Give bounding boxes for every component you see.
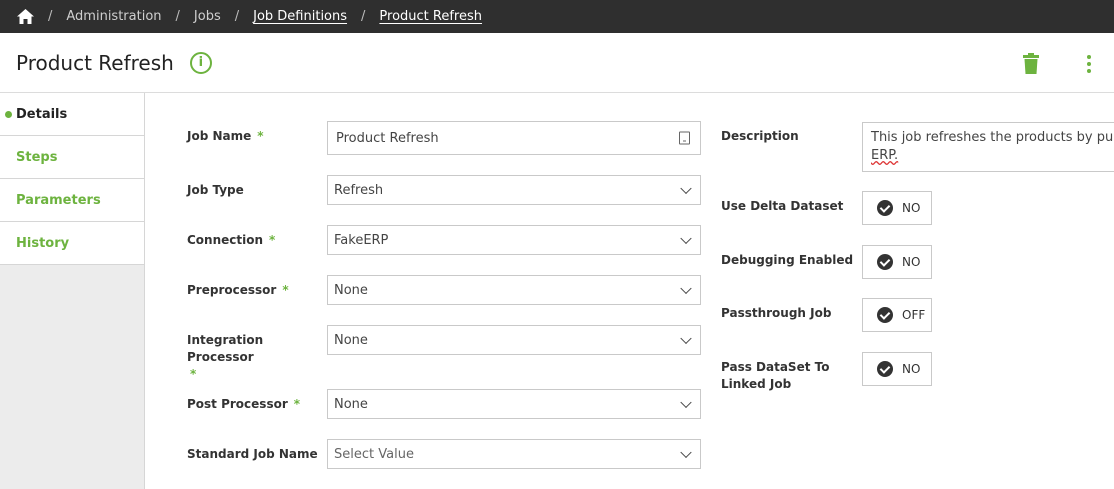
page-title: Product Refresh (16, 50, 174, 75)
description-label: Description (721, 129, 799, 143)
check-circle-icon (877, 361, 893, 377)
job-type-label: Job Type (187, 183, 244, 197)
sidebar-item-label: Steps (16, 149, 58, 165)
breadcrumb-job-definitions[interactable]: Job Definitions (253, 9, 347, 24)
passthrough-job-toggle[interactable]: OFF (862, 298, 932, 332)
preprocessor-select[interactable]: None (327, 275, 701, 305)
use-delta-dataset-toggle[interactable]: NO (862, 191, 932, 225)
breadcrumb-separator: / (48, 9, 53, 24)
connection-label: Connection * (187, 232, 275, 249)
pass-dataset-label-line2: Linked Job (721, 377, 792, 391)
breadcrumb-separator: / (234, 9, 240, 24)
check-circle-icon (877, 254, 893, 270)
standard-job-name-placeholder: Select Value (334, 446, 414, 462)
breadcrumb-product-refresh[interactable]: Product Refresh (379, 9, 482, 24)
description-line2: ERP. (871, 148, 899, 163)
description-line1: This job refreshes the products by pulli… (871, 130, 1114, 145)
post-processor-select[interactable]: None (327, 389, 701, 419)
sidebar-item-details[interactable]: Details (0, 93, 144, 136)
use-delta-dataset-label: Use Delta Dataset (721, 199, 844, 213)
standard-job-name-select[interactable]: Select Value (327, 439, 701, 469)
breadcrumb-administration[interactable]: Administration (66, 9, 161, 24)
check-circle-icon (877, 307, 893, 323)
debugging-enabled-toggle[interactable]: NO (862, 245, 932, 279)
description-textarea[interactable]: This job refreshes the products by pulli… (862, 122, 1114, 172)
job-name-label: Job Name * (187, 128, 264, 145)
post-processor-label: Post Processor * (187, 396, 300, 413)
integration-processor-value: None (334, 332, 368, 348)
sidebar-item-label: Parameters (16, 192, 101, 208)
required-mark: * (190, 367, 197, 381)
job-name-field[interactable]: Product Refresh (327, 121, 701, 155)
chevron-down-icon (680, 396, 692, 409)
trash-icon[interactable] (1021, 53, 1041, 75)
active-indicator-icon (5, 111, 12, 118)
toggle-value: NO (902, 201, 921, 215)
connection-value: FakeERP (334, 232, 389, 248)
chevron-down-icon (680, 332, 692, 345)
integration-processor-label-text: Integration Processor (187, 333, 264, 364)
more-vertical-icon[interactable] (1080, 53, 1098, 75)
breadcrumb-separator: / (361, 9, 366, 24)
breadcrumb-separator: / (175, 9, 180, 24)
chevron-down-icon (680, 446, 692, 459)
job-name-label-text: Job Name (187, 129, 252, 143)
preprocessor-label-text: Preprocessor (187, 283, 277, 297)
check-circle-icon (877, 200, 893, 216)
breadcrumb-jobs[interactable]: Jobs (194, 9, 221, 24)
debugging-enabled-label: Debugging Enabled (721, 253, 854, 267)
pass-dataset-label: Pass DataSet To Linked Job (721, 359, 829, 393)
toggle-value: NO (902, 255, 921, 269)
connection-select[interactable]: FakeERP (327, 225, 701, 255)
page-header: Product Refresh i (0, 33, 1114, 93)
toggle-value: NO (902, 362, 921, 376)
pass-dataset-label-line1: Pass DataSet To (721, 360, 830, 374)
toggle-value: OFF (902, 308, 926, 322)
preprocessor-value: None (334, 282, 368, 298)
connection-label-text: Connection (187, 233, 264, 247)
required-mark: * (293, 397, 301, 411)
job-name-value: Product Refresh (336, 130, 439, 146)
standard-job-name-label: Standard Job Name (187, 447, 318, 461)
passthrough-job-label: Passthrough Job (721, 306, 832, 320)
integration-processor-select[interactable]: None (327, 325, 701, 355)
post-processor-value: None (334, 396, 368, 412)
required-mark: * (257, 129, 264, 143)
breadcrumb: / Administration / Jobs / Job Definition… (0, 0, 1114, 33)
pass-dataset-toggle[interactable]: NO (862, 352, 932, 386)
job-type-select[interactable]: Refresh (327, 175, 701, 205)
home-icon[interactable] (16, 9, 34, 25)
chevron-down-icon (680, 182, 692, 195)
sidebar-item-steps[interactable]: Steps (0, 136, 144, 179)
sidebar-item-label: History (16, 235, 70, 251)
post-processor-label-text: Post Processor (187, 397, 288, 411)
sidebar-item-parameters[interactable]: Parameters (0, 179, 144, 222)
required-mark: * (269, 233, 276, 247)
required-mark: * (282, 283, 289, 297)
sidebar-item-label: Details (16, 106, 68, 122)
integration-processor-label: Integration Processor * (187, 332, 317, 383)
contact-card-icon (679, 131, 690, 145)
chevron-down-icon (680, 232, 692, 245)
job-type-value: Refresh (334, 182, 384, 198)
info-icon[interactable]: i (189, 51, 212, 74)
sidebar: Details Steps Parameters History (0, 93, 145, 489)
sidebar-item-history[interactable]: History (0, 222, 144, 265)
chevron-down-icon (680, 282, 692, 295)
preprocessor-label: Preprocessor * (187, 282, 289, 299)
